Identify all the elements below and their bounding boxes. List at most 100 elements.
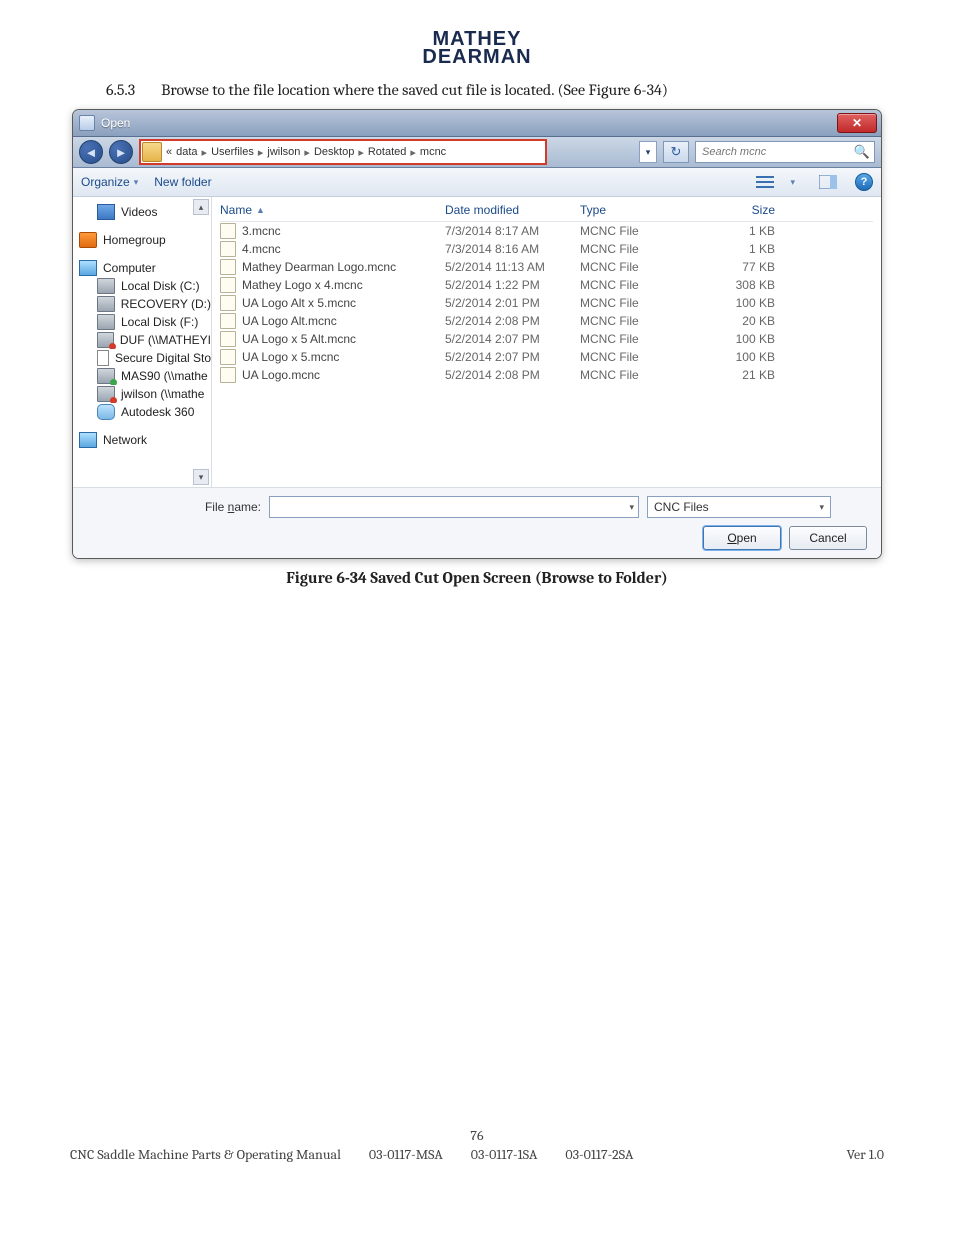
breadcrumb-seg[interactable]: jwilson <box>267 146 300 158</box>
drive-icon <box>97 296 115 312</box>
scroll-up-button[interactable]: ▴ <box>193 199 209 215</box>
new-folder-button[interactable]: New folder <box>154 175 211 189</box>
search-box[interactable]: 🔍 <box>695 141 875 163</box>
scroll-down-button[interactable]: ▾ <box>193 469 209 485</box>
open-button[interactable]: Open <box>703 526 781 550</box>
file-size: 77 KB <box>685 260 785 274</box>
file-row[interactable]: 3.mcnc7/3/2014 8:17 AMMCNC File1 KB <box>220 222 873 240</box>
file-type: MCNC File <box>580 314 685 328</box>
view-options-button[interactable] <box>754 172 776 192</box>
refresh-icon: ↻ <box>671 144 682 160</box>
organize-menu[interactable]: Organize ▾ <box>81 175 138 189</box>
nav-item-drive[interactable]: Local Disk (F:) <box>79 313 211 331</box>
column-type[interactable]: Type <box>580 203 685 217</box>
file-date: 5/2/2014 2:08 PM <box>445 314 580 328</box>
file-size: 100 KB <box>685 296 785 310</box>
chevron-right-icon: ▸ <box>304 146 310 159</box>
column-date[interactable]: Date modified <box>445 203 580 217</box>
title-bar: Open ✕ <box>73 110 881 137</box>
file-date: 7/3/2014 8:16 AM <box>445 242 580 256</box>
chevron-down-icon: ▾ <box>134 177 139 188</box>
nav-item-drive[interactable]: Secure Digital Sto <box>79 349 211 367</box>
nav-item-videos[interactable]: Videos <box>79 203 211 221</box>
footer-code: 03-0117-MSA <box>369 1146 443 1163</box>
nav-item-drive[interactable]: MAS90 (\\mathe <box>79 367 211 385</box>
drive-icon <box>97 368 115 384</box>
file-size: 1 KB <box>685 242 785 256</box>
breadcrumb-seg[interactable]: Rotated <box>368 146 407 158</box>
drive-icon <box>97 332 114 348</box>
footer-title: CNC Saddle Machine Parts & Operating Man… <box>70 1146 341 1163</box>
file-name: 3.mcnc <box>242 224 281 238</box>
open-dialog: Open ✕ ◄ ► « data▸ Userfiles▸ jwilson▸ <box>72 109 882 559</box>
refresh-button[interactable]: ↻ <box>663 141 689 163</box>
nav-bar: ◄ ► « data▸ Userfiles▸ jwilson▸ Desktop▸… <box>73 137 881 168</box>
nav-item-drive[interactable]: RECOVERY (D:) <box>79 295 211 313</box>
instruction-number: 6.5.3 <box>106 81 135 99</box>
drive-icon <box>97 350 109 366</box>
file-type: MCNC File <box>580 242 685 256</box>
filename-input[interactable]: ▾ <box>269 496 639 518</box>
preview-pane-button[interactable] <box>817 172 839 192</box>
nav-item-computer[interactable]: Computer <box>79 259 211 277</box>
instruction-line: 6.5.3 Browse to the file location where … <box>106 81 884 99</box>
file-date: 5/2/2014 2:07 PM <box>445 332 580 346</box>
videos-icon <box>97 204 115 220</box>
file-date: 5/2/2014 2:08 PM <box>445 368 580 382</box>
file-name: UA Logo Alt x 5.mcnc <box>242 296 356 310</box>
file-row[interactable]: UA Logo x 5.mcnc5/2/2014 2:07 PMMCNC Fil… <box>220 348 873 366</box>
column-size[interactable]: Size <box>685 203 785 217</box>
column-name[interactable]: Name ▲ <box>220 203 445 217</box>
file-row[interactable]: Mathey Dearman Logo.mcnc 5/2/2014 11:13 A… <box>220 258 873 276</box>
toolbar: Organize ▾ New folder ▾ ? <box>73 168 881 197</box>
brand-line2: DEARMAN <box>422 48 531 66</box>
nav-item-drive[interactable]: Autodesk 360 <box>79 403 211 421</box>
chevron-right-icon: ▸ <box>410 146 416 159</box>
file-size: 1 KB <box>685 224 785 238</box>
app-icon <box>79 115 95 131</box>
history-dropdown[interactable]: ▾ <box>639 141 657 163</box>
cancel-button[interactable]: Cancel <box>789 526 867 550</box>
file-size: 21 KB <box>685 368 785 382</box>
file-row[interactable]: UA Logo.mcnc5/2/2014 2:08 PMMCNC File21 … <box>220 366 873 384</box>
arrow-right-icon: ► <box>115 145 128 160</box>
file-date: 5/2/2014 11:13 AM <box>445 260 580 274</box>
drive-icon <box>97 278 115 294</box>
file-date: 5/2/2014 2:01 PM <box>445 296 580 310</box>
file-icon <box>220 277 236 293</box>
file-type-filter[interactable]: CNC Files ▾ <box>647 496 831 518</box>
breadcrumb-seg[interactable]: data <box>176 146 197 158</box>
file-row[interactable]: 4.mcnc7/3/2014 8:16 AMMCNC File1 KB <box>220 240 873 258</box>
breadcrumb-seg[interactable]: Desktop <box>314 146 354 158</box>
column-headers: Name ▲ Date modified Type Size <box>220 201 873 222</box>
arrow-left-icon: ◄ <box>85 145 98 160</box>
file-row[interactable]: Mathey Logo x 4.mcnc5/2/2014 1:22 PMMCNC… <box>220 276 873 294</box>
breadcrumb[interactable]: « data▸ Userfiles▸ jwilson▸ Desktop▸ Rot… <box>139 139 547 165</box>
nav-back-button[interactable]: ◄ <box>79 140 103 164</box>
dialog-footer: File name: ▾ CNC Files ▾ Open Cancel <box>73 487 881 558</box>
nav-item-homegroup[interactable]: Homegroup <box>79 231 211 249</box>
chevron-down-icon[interactable]: ▾ <box>790 177 795 188</box>
file-date: 5/2/2014 1:22 PM <box>445 278 580 292</box>
window-close-button[interactable]: ✕ <box>837 113 877 133</box>
nav-forward-button[interactable]: ► <box>109 140 133 164</box>
page-number: 76 <box>70 1127 884 1144</box>
file-row[interactable]: UA Logo x 5 Alt.mcnc5/2/2014 2:07 PMMCNC… <box>220 330 873 348</box>
file-type: MCNC File <box>580 332 685 346</box>
nav-item-network[interactable]: Network <box>79 431 211 449</box>
nav-item-drive[interactable]: DUF (\\MATHEYI <box>79 331 211 349</box>
breadcrumb-seg[interactable]: mcnc <box>420 146 446 158</box>
file-row[interactable]: UA Logo Alt.mcnc5/2/2014 2:08 PMMCNC Fil… <box>220 312 873 330</box>
breadcrumb-seg[interactable]: Userfiles <box>211 146 254 158</box>
help-button[interactable]: ? <box>855 173 873 191</box>
file-name: Mathey Dearman Logo.mcnc <box>242 260 396 274</box>
sort-ascending-icon: ▲ <box>256 205 265 215</box>
filename-label: File name: <box>201 500 261 514</box>
file-row[interactable]: UA Logo Alt x 5.mcnc 5/2/2014 2:01 PMMCNC… <box>220 294 873 312</box>
file-type: MCNC File <box>580 296 685 310</box>
nav-item-drive[interactable]: Local Disk (C:) <box>79 277 211 295</box>
search-icon: 🔍 <box>854 144 870 160</box>
file-type: MCNC File <box>580 278 685 292</box>
nav-item-drive[interactable]: jwilson (\\mathe <box>79 385 211 403</box>
search-input[interactable] <box>700 145 844 159</box>
